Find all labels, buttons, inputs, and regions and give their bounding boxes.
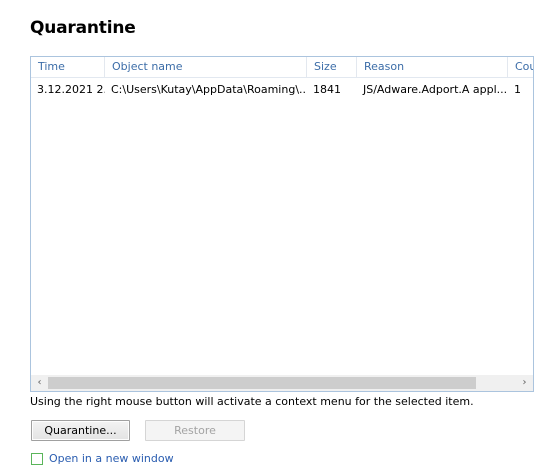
cell-time: 3.12.2021 2... xyxy=(37,83,105,96)
column-header-reason[interactable]: Reason xyxy=(357,57,508,77)
cell-size: 1841 xyxy=(313,83,341,96)
open-new-window-option[interactable]: Open in a new window xyxy=(31,452,174,466)
column-header-size[interactable]: Size xyxy=(307,57,357,77)
cell-count: 1 xyxy=(514,83,521,96)
restore-button[interactable]: Restore xyxy=(145,420,245,441)
open-new-window-checkbox[interactable] xyxy=(31,453,43,465)
scrollbar-thumb[interactable] xyxy=(48,377,476,389)
column-header-count[interactable]: Cou xyxy=(508,57,533,77)
column-header-object-name[interactable]: Object name xyxy=(105,57,307,77)
page-title: Quarantine xyxy=(30,18,136,38)
quarantine-button[interactable]: Quarantine... xyxy=(31,420,130,441)
quarantine-list[interactable]: Time Object name Size Reason Cou 3.12.20… xyxy=(30,56,534,392)
scroll-right-icon[interactable]: › xyxy=(516,375,533,391)
table-row[interactable]: 3.12.2021 2... C:\Users\Kutay\AppData\Ro… xyxy=(31,80,533,100)
cell-object-name: C:\Users\Kutay\AppData\Roaming\... xyxy=(111,83,307,96)
open-new-window-link[interactable]: Open in a new window xyxy=(49,452,174,465)
cell-reason: JS/Adware.Adport.A appl... xyxy=(363,83,508,96)
context-menu-hint: Using the right mouse button will activa… xyxy=(30,395,474,408)
scroll-left-icon[interactable]: ‹ xyxy=(31,375,48,391)
column-header-time[interactable]: Time xyxy=(31,57,105,77)
horizontal-scrollbar[interactable]: ‹ › xyxy=(31,375,533,391)
list-header: Time Object name Size Reason Cou xyxy=(31,57,533,78)
